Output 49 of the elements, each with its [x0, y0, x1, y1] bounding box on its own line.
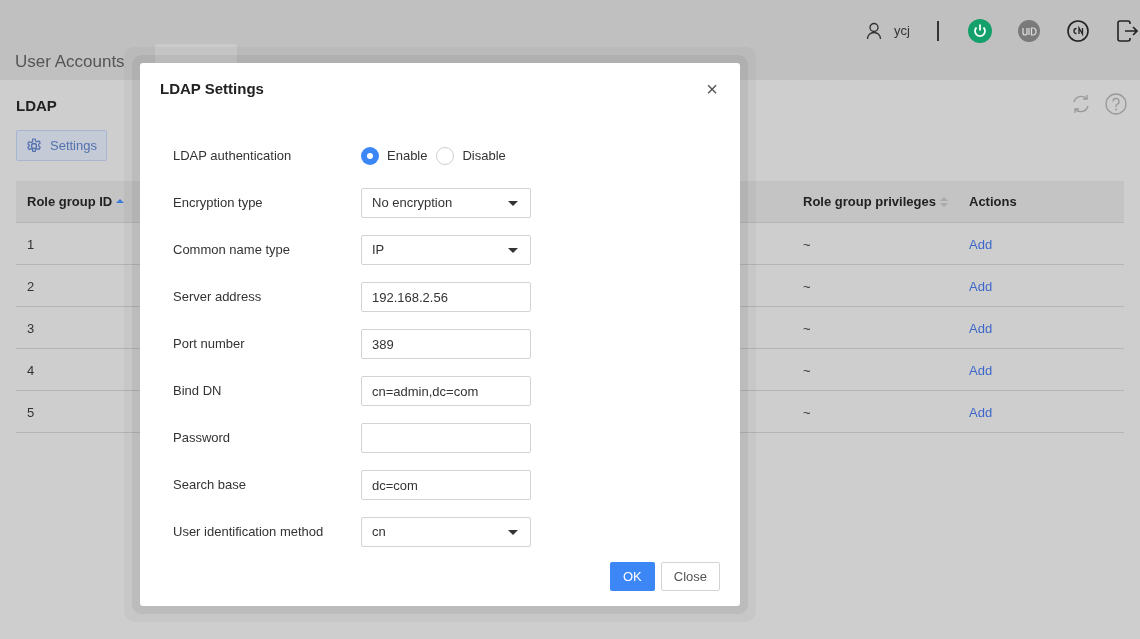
- logout-icon[interactable]: [1116, 20, 1138, 42]
- language-icon[interactable]: [1067, 20, 1089, 42]
- ok-button[interactable]: OK: [609, 562, 655, 591]
- field-label: Bind DN: [173, 382, 223, 401]
- input-field[interactable]: 192.168.2.56: [361, 282, 531, 312]
- input-field[interactable]: 389: [361, 329, 531, 359]
- dropdown[interactable]: No encryption: [361, 188, 531, 218]
- caret-icon: [508, 247, 518, 253]
- table-cell: ~: [803, 278, 811, 294]
- tab[interactable]: User Accounts: [0, 44, 140, 80]
- table-cell: 5: [27, 404, 35, 420]
- table-cell: 2: [27, 278, 35, 294]
- dropdown[interactable]: cn: [361, 517, 531, 547]
- help-icon[interactable]: [1105, 93, 1127, 115]
- column-header: Actions: [969, 192, 1017, 211]
- column-header: Role group ID: [27, 192, 113, 211]
- column-header: Role group privileges: [803, 192, 936, 211]
- input-field[interactable]: [361, 423, 531, 453]
- close-button[interactable]: Close: [660, 562, 720, 591]
- radio-option[interactable]: Disable: [436, 146, 506, 166]
- field-label: LDAP authentication: [173, 147, 293, 166]
- caret-icon: [508, 529, 518, 535]
- table-cell: ~: [803, 236, 811, 252]
- page-title: LDAP: [16, 97, 57, 114]
- gear-icon: [26, 137, 42, 154]
- user-name: ycj: [894, 22, 910, 41]
- dialog-title: LDAP Settings: [160, 79, 264, 99]
- table-cell: ~: [803, 362, 811, 378]
- field-label: Server address: [173, 288, 263, 307]
- table-cell: 4: [27, 362, 35, 378]
- field-label: User identification method: [173, 523, 325, 542]
- field-label: Port number: [173, 335, 246, 354]
- close-button[interactable]: ×: [706, 79, 718, 100]
- table-cell: 1: [27, 236, 35, 252]
- field-label: Common name type: [173, 241, 292, 260]
- field-label: Password: [173, 429, 232, 448]
- table-cell: ~: [803, 404, 811, 420]
- dropdown[interactable]: IP: [361, 235, 531, 265]
- table-cell: ~: [803, 320, 811, 336]
- radio-option[interactable]: Enable: [361, 146, 428, 166]
- caret-icon: [508, 200, 518, 206]
- input-field[interactable]: dc=com: [361, 470, 531, 500]
- power-icon[interactable]: [968, 19, 992, 43]
- uid-icon[interactable]: [1018, 20, 1040, 42]
- field-label: Search base: [173, 476, 247, 495]
- user-icon[interactable]: [866, 22, 883, 40]
- field-label: Encryption type: [173, 194, 264, 213]
- input-field[interactable]: cn=admin,dc=com: [361, 376, 531, 406]
- table-cell: 3: [27, 320, 35, 336]
